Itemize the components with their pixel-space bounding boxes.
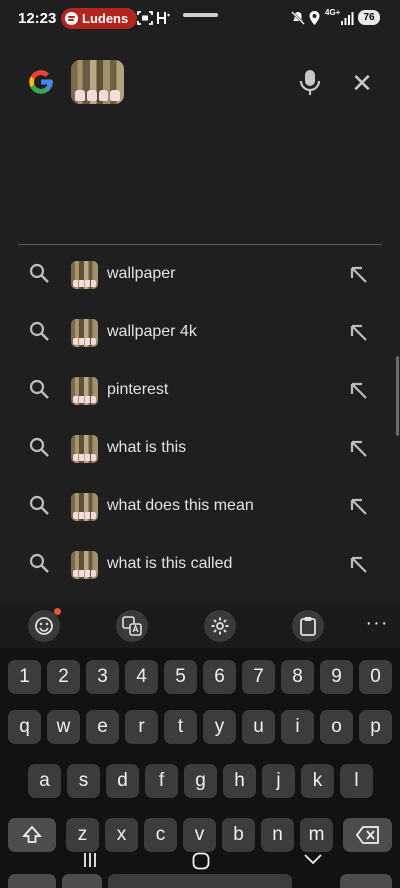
key-7[interactable]: 7 — [242, 660, 275, 694]
key-p[interactable]: p — [359, 710, 392, 744]
search-divider — [18, 244, 382, 245]
key-t[interactable]: t — [164, 710, 197, 744]
suggestion-item[interactable]: pinterest — [0, 362, 400, 418]
shift-icon — [21, 825, 43, 843]
key-3[interactable]: 3 — [86, 660, 119, 694]
suggestion-thumbnail — [71, 319, 98, 347]
suggestion-item[interactable]: wallpaper — [0, 246, 400, 302]
google-logo-icon — [29, 70, 53, 94]
key-l[interactable]: l — [340, 764, 373, 798]
key-a[interactable]: a — [28, 764, 61, 798]
navigation-bar — [0, 844, 400, 888]
suggestion-thumbnail — [71, 435, 98, 463]
key-r[interactable]: r — [125, 710, 158, 744]
keyboard-toolbar: ··· — [0, 604, 400, 648]
hotspot-icon — [157, 12, 170, 24]
key-e[interactable]: e — [86, 710, 119, 744]
notch-indicator — [183, 13, 218, 17]
key-q[interactable]: q — [8, 710, 41, 744]
suggestion-item[interactable]: what does this mean — [0, 478, 400, 534]
status-bar: 12:23 Ludens 4G+ 76 — [0, 0, 400, 36]
clipboard-icon[interactable] — [292, 610, 324, 642]
suggestion-text: pinterest — [107, 381, 169, 398]
key-k[interactable]: k — [301, 764, 334, 798]
spotify-icon — [65, 12, 78, 25]
fill-query-arrow-icon[interactable] — [348, 496, 370, 518]
search-icon — [29, 553, 49, 573]
signal-icon — [341, 12, 354, 25]
media-chip[interactable]: Ludens — [61, 8, 138, 29]
key-w[interactable]: w — [47, 710, 80, 744]
backspace-icon — [355, 826, 379, 844]
suggestion-text: wallpaper 4k — [107, 323, 197, 340]
close-button[interactable]: ✕ — [348, 69, 376, 97]
suggestion-text: wallpaper — [107, 265, 176, 282]
key-0[interactable]: 0 — [359, 660, 392, 694]
query-image-thumbnail[interactable] — [71, 60, 124, 104]
recent-apps-icon[interactable] — [82, 852, 98, 868]
suggestion-item[interactable]: wallpaper 4k — [0, 304, 400, 360]
suggestion-item[interactable]: what is this called — [0, 536, 400, 592]
key-u[interactable]: u — [242, 710, 275, 744]
hide-keyboard-icon[interactable] — [303, 853, 323, 865]
fill-query-arrow-icon[interactable] — [348, 322, 370, 344]
search-icon — [29, 321, 49, 341]
suggestion-thumbnail — [71, 493, 98, 521]
key-8[interactable]: 8 — [281, 660, 314, 694]
key-d[interactable]: d — [106, 764, 139, 798]
media-app-label: Ludens — [82, 11, 129, 26]
microphone-icon[interactable] — [296, 66, 324, 98]
key-i[interactable]: i — [281, 710, 314, 744]
home-icon[interactable] — [192, 852, 210, 870]
search-icon — [29, 437, 49, 457]
search-icon — [29, 263, 49, 283]
suggestion-thumbnail — [71, 551, 98, 579]
location-icon — [309, 11, 320, 25]
key-2[interactable]: 2 — [47, 660, 80, 694]
key-s[interactable]: s — [67, 764, 100, 798]
emoji-icon[interactable] — [28, 610, 60, 642]
fill-query-arrow-icon[interactable] — [348, 554, 370, 576]
fill-query-arrow-icon[interactable] — [348, 264, 370, 286]
status-time: 12:23 — [18, 10, 57, 27]
notification-dot — [54, 608, 61, 615]
key-5[interactable]: 5 — [164, 660, 197, 694]
key-h[interactable]: h — [223, 764, 256, 798]
key-y[interactable]: y — [203, 710, 236, 744]
suggestion-text: what is this called — [107, 555, 233, 572]
suggestion-text: what is this — [107, 439, 187, 456]
battery-indicator: 76 — [358, 10, 380, 25]
search-icon — [29, 495, 49, 515]
key-9[interactable]: 9 — [320, 660, 353, 694]
key-j[interactable]: j — [262, 764, 295, 798]
key-4[interactable]: 4 — [125, 660, 158, 694]
suggestion-item[interactable]: what is this — [0, 420, 400, 476]
search-icon — [29, 379, 49, 399]
key-1[interactable]: 1 — [8, 660, 41, 694]
key-6[interactable]: 6 — [203, 660, 236, 694]
key-g[interactable]: g — [184, 764, 217, 798]
key-f[interactable]: f — [145, 764, 178, 798]
key-o[interactable]: o — [320, 710, 353, 744]
scrollbar-thumb[interactable] — [396, 356, 399, 436]
mute-icon — [291, 11, 305, 25]
suggestion-thumbnail — [71, 377, 98, 405]
settings-icon[interactable] — [204, 610, 236, 642]
suggestion-thumbnail — [71, 261, 98, 289]
translate-icon[interactable] — [116, 610, 148, 642]
screenshot-icon — [137, 11, 153, 25]
fill-query-arrow-icon[interactable] — [348, 438, 370, 460]
suggestion-text: what does this mean — [107, 497, 254, 514]
fill-query-arrow-icon[interactable] — [348, 380, 370, 402]
more-icon[interactable]: ··· — [364, 610, 390, 642]
network-icon: 4G+ — [325, 8, 341, 17]
